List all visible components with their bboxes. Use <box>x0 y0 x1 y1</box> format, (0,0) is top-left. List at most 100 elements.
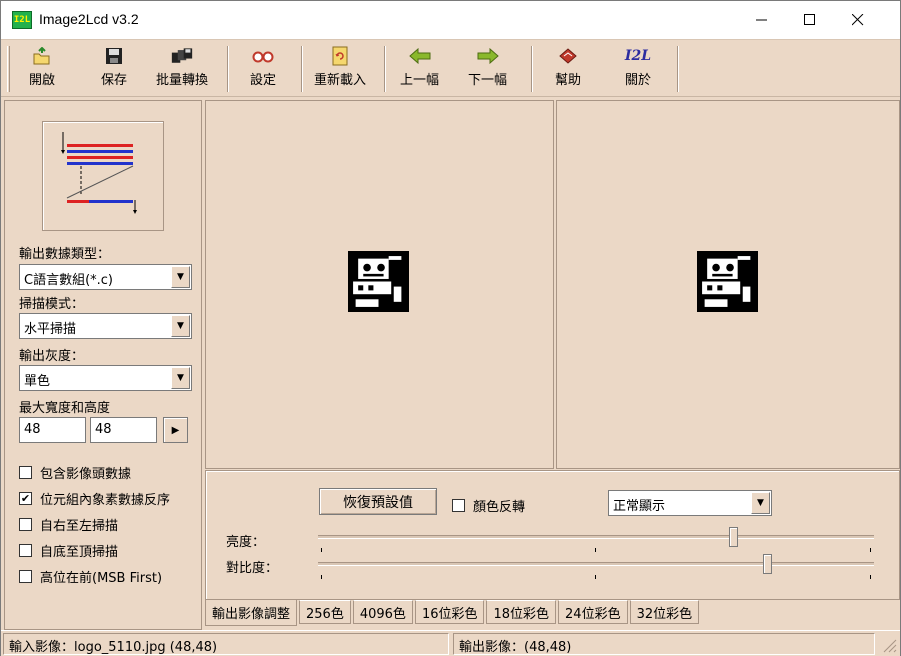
max-height-input[interactable]: 48 <box>90 417 157 443</box>
minimize-button[interactable] <box>739 1 785 39</box>
gray-level-label: 輸出灰度： <box>19 349 85 364</box>
floppy-disk-icon <box>103 46 125 66</box>
checkbox-box[interactable] <box>19 570 32 583</box>
scan-mode-preview <box>42 121 164 231</box>
slider-tick <box>321 548 322 552</box>
chevron-down-icon[interactable]: ▼ <box>171 367 190 389</box>
checkbox-box[interactable] <box>19 466 32 479</box>
toolbar-separator <box>301 46 303 92</box>
reload-button[interactable]: 重新載入 <box>314 46 366 94</box>
i2l-logo-icon: I2L <box>623 46 653 66</box>
input-image-pane[interactable] <box>205 100 554 469</box>
brightness-track[interactable] <box>318 527 874 547</box>
open-button[interactable]: 開啟 <box>29 46 55 94</box>
checkbox-msb-first[interactable]: 高位在前(MSB First) <box>19 567 162 586</box>
contrast-slider-thumb[interactable] <box>763 554 772 574</box>
brightness-label: 亮度： <box>226 535 266 550</box>
contrast-track[interactable] <box>318 554 874 574</box>
toolbar-separator <box>384 46 386 92</box>
tab-24bit-color[interactable]: 24位彩色 <box>558 600 628 624</box>
checkbox-label: 包含影像頭數據 <box>40 467 132 482</box>
display-mode-select[interactable]: 正常顯示 ▼ <box>608 490 772 516</box>
batch-convert-label: 批量轉換 <box>156 73 209 88</box>
toolbar-separator <box>531 46 533 92</box>
scan-mode-select[interactable]: 水平掃描 ▼ <box>19 313 192 339</box>
toolbar-grip[interactable] <box>7 46 10 92</box>
arrow-right-icon <box>477 46 499 66</box>
checkbox-box[interactable] <box>19 544 32 557</box>
checkbox-label: 自右至左掃描 <box>40 519 119 534</box>
chevron-down-icon[interactable]: ▼ <box>751 492 770 514</box>
checkbox-right-to-left[interactable]: 自右至左掃描 <box>19 515 118 534</box>
app-window: I2L Image2Lcd v3.2 開啟 保存 批量轉換 設定 重新載入 上一… <box>0 0 901 656</box>
save-label: 保存 <box>101 73 128 88</box>
about-icon-text: I2L <box>624 48 652 64</box>
help-button[interactable]: 幫助 <box>555 46 581 94</box>
about-button[interactable]: I2L 關於 <box>623 46 653 94</box>
invert-colors-label: 顏色反轉 <box>473 500 526 515</box>
reload-label: 重新載入 <box>314 73 367 88</box>
help-book-icon <box>557 46 579 66</box>
chevron-down-icon[interactable]: ▼ <box>171 315 190 337</box>
tab-18bit-color[interactable]: 18位彩色 <box>486 600 557 624</box>
status-output-image: 輸出影像：(48,48) <box>453 633 875 655</box>
glasses-settings-icon <box>252 46 274 66</box>
output-type-select[interactable]: C語言數組(*.c) ▼ <box>19 264 192 290</box>
gray-level-value: 單色 <box>24 374 51 389</box>
checkbox-reverse-bits[interactable]: ✔ 位元組內象素數據反序 <box>19 489 170 508</box>
resize-grip-icon[interactable] <box>878 634 898 654</box>
tab-output-adjust[interactable]: 輸出影像調整 <box>205 600 298 626</box>
color-depth-tabs: 輸出影像調整 256色 4096色 16位彩色 18位彩色 24位彩色 32位彩… <box>205 600 701 626</box>
apply-size-button[interactable]: ▶ <box>163 417 188 443</box>
checkbox-invert-colors[interactable]: 顏色反轉 <box>452 496 525 515</box>
checkbox-label: 位元組內象素數據反序 <box>40 493 171 508</box>
reload-document-icon <box>329 46 351 66</box>
tab-32bit-color[interactable]: 32位彩色 <box>629 600 700 624</box>
previous-image-label: 上一幅 <box>400 73 440 88</box>
checkbox-bottom-to-top[interactable]: 自底至頂掃描 <box>19 541 118 560</box>
batch-convert-button[interactable]: 批量轉換 <box>156 46 208 94</box>
checkbox-label: 高位在前(MSB First) <box>40 571 163 586</box>
max-width-input[interactable]: 48 <box>19 417 86 443</box>
help-label: 幫助 <box>555 73 582 88</box>
checkbox-box[interactable] <box>452 499 465 512</box>
tab-16bit-color[interactable]: 16位彩色 <box>414 600 485 624</box>
gray-level-select[interactable]: 單色 ▼ <box>19 365 192 391</box>
input-robot-image <box>348 251 409 312</box>
play-arrow-icon: ▶ <box>171 424 180 436</box>
close-icon <box>852 14 864 26</box>
slider-tick <box>595 575 596 579</box>
maximize-icon <box>804 14 815 25</box>
slider-tick <box>321 575 322 579</box>
slider-tick <box>595 548 596 552</box>
tab-256-color[interactable]: 256色 <box>299 600 351 624</box>
checkbox-include-header[interactable]: 包含影像頭數據 <box>19 463 131 482</box>
checkbox-box-checked[interactable]: ✔ <box>19 492 32 505</box>
window-title: Image2Lcd v3.2 <box>39 11 139 27</box>
toolbar-separator <box>227 46 229 92</box>
tab-4096-color[interactable]: 4096色 <box>352 600 413 624</box>
close-button[interactable] <box>835 1 881 39</box>
scan-direction-icon <box>61 132 137 214</box>
settings-panel: 輸出數據類型： C語言數組(*.c) ▼ 掃描模式： 水平掃描 ▼ 輸出灰度： … <box>4 100 202 630</box>
next-image-button[interactable]: 下一幅 <box>468 46 507 94</box>
reset-defaults-button[interactable]: 恢復預設值 <box>319 488 437 515</box>
contrast-label: 對比度： <box>226 561 279 576</box>
title-bar[interactable]: I2L Image2Lcd v3.2 <box>1 1 900 39</box>
chevron-down-icon[interactable]: ▼ <box>171 266 190 288</box>
brightness-slider-thumb[interactable] <box>729 527 738 547</box>
batch-convert-icon <box>171 46 193 66</box>
output-type-value: C語言數組(*.c) <box>24 273 114 288</box>
output-type-label: 輸出數據類型： <box>19 247 111 262</box>
toolbar-separator <box>677 46 679 92</box>
checkbox-box[interactable] <box>19 518 32 531</box>
save-button[interactable]: 保存 <box>101 46 127 94</box>
scan-mode-value: 水平掃描 <box>24 322 77 337</box>
previous-image-button[interactable]: 上一幅 <box>400 46 439 94</box>
minimize-icon <box>756 19 767 21</box>
settings-button[interactable]: 設定 <box>250 46 276 94</box>
maximize-button[interactable] <box>787 1 833 39</box>
output-image-pane[interactable] <box>556 100 900 469</box>
open-folder-icon <box>31 46 53 66</box>
adjust-panel: 恢復預設值 顏色反轉 正常顯示 ▼ 亮度： 對比度： <box>205 470 900 600</box>
